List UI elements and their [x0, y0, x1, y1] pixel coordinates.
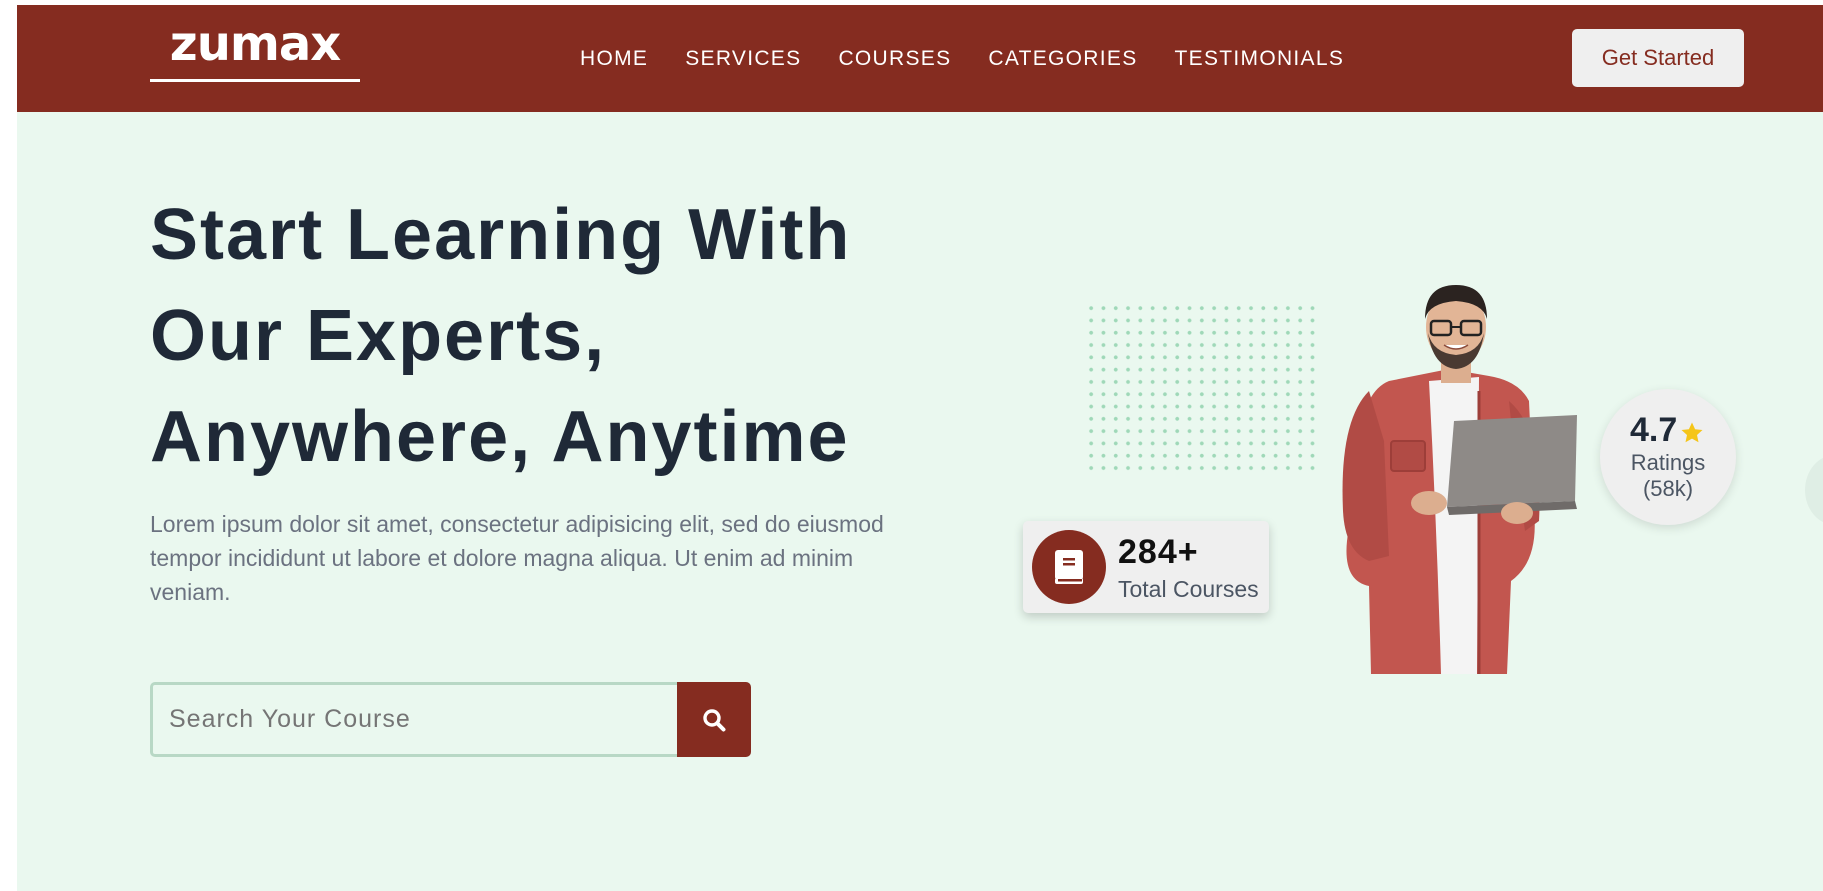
rating-count: (58k) [1642, 476, 1694, 501]
instructor-image [1342, 285, 1577, 674]
book-icon [1055, 550, 1083, 584]
nav-link-testimonials[interactable]: TESTIMONIALS [1175, 47, 1345, 71]
nav-link-courses[interactable]: COURSES [838, 47, 951, 71]
star-icon [1681, 422, 1703, 443]
partial-decoration-shape [1805, 455, 1823, 525]
hero-title-line-3: Anywhere, Anytime [150, 397, 850, 477]
total-courses-label: Total Courses [1118, 576, 1259, 602]
course-icon-badge [1032, 530, 1106, 604]
dot-pattern-decoration [1085, 302, 1315, 474]
landing-page: zumax HOME SERVICES COURSES CATEGORIES T… [17, 5, 1823, 891]
total-courses-value: 284+ [1118, 533, 1199, 571]
hero-title-line-1: Start Learning With [150, 195, 852, 275]
search-input[interactable] [150, 682, 677, 757]
logo[interactable]: zumax [150, 17, 360, 87]
ratings-badge: 4.7 Ratings (58k) [1600, 389, 1736, 525]
logo-underline [150, 79, 360, 82]
hero-title: Start Learning With Our Experts, Anywher… [150, 185, 910, 488]
search-icon [703, 708, 726, 731]
nav-link-home[interactable]: HOME [580, 47, 648, 71]
search-button[interactable] [677, 682, 751, 757]
rating-label: Ratings [1630, 450, 1706, 475]
rating-value: 4.7 [1630, 411, 1678, 449]
logo-text: zumax [169, 16, 341, 72]
total-courses-card: 284+ Total Courses [1023, 521, 1269, 613]
navbar: zumax HOME SERVICES COURSES CATEGORIES T… [17, 5, 1823, 112]
nav-link-categories[interactable]: CATEGORIES [988, 47, 1137, 71]
main-nav: HOME SERVICES COURSES CATEGORIES TESTIMO… [580, 47, 1344, 71]
nav-link-services[interactable]: SERVICES [685, 47, 801, 71]
hero-title-line-2: Our Experts, [150, 296, 607, 376]
course-search [150, 682, 751, 757]
get-started-button[interactable]: Get Started [1572, 29, 1744, 87]
hero-description: Lorem ipsum dolor sit amet, consectetur … [150, 511, 884, 605]
